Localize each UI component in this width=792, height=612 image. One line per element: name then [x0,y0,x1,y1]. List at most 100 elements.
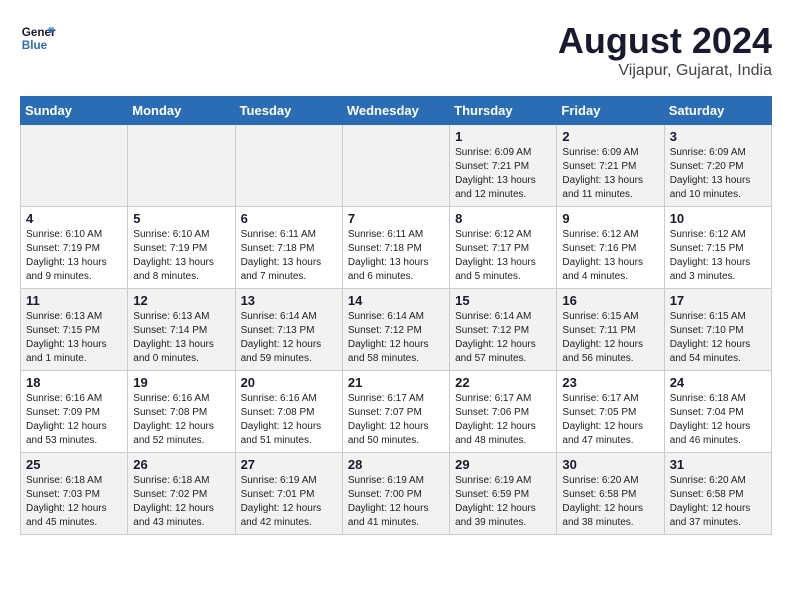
calendar-cell [235,125,342,207]
calendar-cell: 19Sunrise: 6:16 AM Sunset: 7:08 PM Dayli… [128,371,235,453]
calendar-cell: 2 Sunrise: 6:09 AM Sunset: 7:21 PM Daylig… [557,125,664,207]
day-number: 19 [133,375,229,390]
calendar-cell: 4 Sunrise: 6:10 AM Sunset: 7:19 PM Daylig… [21,207,128,289]
day-info: Sunrise: 6:18 AM Sunset: 7:04 PM Dayligh… [670,392,766,448]
calendar-cell: 16Sunrise: 6:15 AM Sunset: 7:11 PM Dayli… [557,289,664,371]
calendar-cell: 23Sunrise: 6:17 AM Sunset: 7:05 PM Dayli… [557,371,664,453]
day-number: 8 [455,211,551,226]
calendar-cell: 15 Sunrise: 6:14 AM Sunset: 7:12 PM Dayli… [450,289,557,371]
calendar-cell: 14 Sunrise: 6:14 AM Sunset: 7:12 PM Dayli… [342,289,449,371]
day-info: Sunrise: 6:10 AM Sunset: 7:19 PM Dayligh… [133,228,229,284]
day-header-thursday: Thursday [450,97,557,125]
day-number: 3 [670,129,766,144]
day-number: 4 [26,211,122,226]
calendar-table: SundayMondayTuesdayWednesdayThursdayFrid… [20,96,772,535]
day-info: Sunrise: 6:10 AM Sunset: 7:19 PM Dayligh… [26,228,122,284]
day-info: Sunrise: 6:18 AM Sunset: 7:03 PM Dayligh… [26,474,122,530]
calendar-cell: 6 Sunrise: 6:11 AM Sunset: 7:18 PM Daylig… [235,207,342,289]
day-header-tuesday: Tuesday [235,97,342,125]
day-header-sunday: Sunday [21,97,128,125]
day-number: 5 [133,211,229,226]
day-info: Sunrise: 6:14 AM Sunset: 7:12 PM Dayligh… [348,310,444,366]
day-info: Sunrise: 6:09 AM Sunset: 7:21 PM Dayligh… [455,146,551,202]
calendar-week-4: 18 Sunrise: 6:16 AM Sunset: 7:09 PM Dayli… [21,371,772,453]
day-number: 11 [26,293,122,308]
day-number: 18 [26,375,122,390]
day-info: Sunrise: 6:19 AM Sunset: 7:00 PM Dayligh… [348,474,444,530]
day-number: 13 [241,293,337,308]
day-info: Sunrise: 6:13 AM Sunset: 7:15 PM Dayligh… [26,310,122,366]
day-number: 6 [241,211,337,226]
day-number: 7 [348,211,444,226]
day-info: Sunrise: 6:11 AM Sunset: 7:18 PM Dayligh… [241,228,337,284]
day-number: 10 [670,211,766,226]
day-header-friday: Friday [557,97,664,125]
day-info: Sunrise: 6:16 AM Sunset: 7:08 PM Dayligh… [241,392,337,448]
days-of-week-row: SundayMondayTuesdayWednesdayThursdayFrid… [21,97,772,125]
day-info: Sunrise: 6:17 AM Sunset: 7:05 PM Dayligh… [562,392,658,448]
calendar-week-3: 11 Sunrise: 6:13 AM Sunset: 7:15 PM Dayli… [21,289,772,371]
day-info: Sunrise: 6:16 AM Sunset: 7:09 PM Dayligh… [26,392,122,448]
calendar-cell: 29 Sunrise: 6:19 AM Sunset: 6:59 PM Dayli… [450,453,557,535]
day-info: Sunrise: 6:11 AM Sunset: 7:18 PM Dayligh… [348,228,444,284]
day-number: 30 [562,457,658,472]
month-title: August 2024 [558,20,772,62]
day-number: 29 [455,457,551,472]
day-number: 25 [26,457,122,472]
header: General Blue August 2024 Vijapur, Gujara… [20,20,772,80]
calendar-cell [342,125,449,207]
day-number: 21 [348,375,444,390]
day-info: Sunrise: 6:20 AM Sunset: 6:58 PM Dayligh… [670,474,766,530]
calendar-cell: 1 Sunrise: 6:09 AM Sunset: 7:21 PM Daylig… [450,125,557,207]
calendar-cell: 11 Sunrise: 6:13 AM Sunset: 7:15 PM Dayli… [21,289,128,371]
day-info: Sunrise: 6:14 AM Sunset: 7:12 PM Dayligh… [455,310,551,366]
day-number: 31 [670,457,766,472]
calendar-cell: 7 Sunrise: 6:11 AM Sunset: 7:18 PM Daylig… [342,207,449,289]
day-number: 27 [241,457,337,472]
day-info: Sunrise: 6:19 AM Sunset: 6:59 PM Dayligh… [455,474,551,530]
day-header-wednesday: Wednesday [342,97,449,125]
day-header-saturday: Saturday [664,97,771,125]
calendar-cell: 9 Sunrise: 6:12 AM Sunset: 7:16 PM Daylig… [557,207,664,289]
calendar-cell: 3 Sunrise: 6:09 AM Sunset: 7:20 PM Daylig… [664,125,771,207]
day-info: Sunrise: 6:09 AM Sunset: 7:20 PM Dayligh… [670,146,766,202]
calendar-cell [21,125,128,207]
calendar-cell: 26 Sunrise: 6:18 AM Sunset: 7:02 PM Dayli… [128,453,235,535]
day-info: Sunrise: 6:18 AM Sunset: 7:02 PM Dayligh… [133,474,229,530]
day-number: 1 [455,129,551,144]
logo: General Blue [20,20,56,56]
calendar-header: SundayMondayTuesdayWednesdayThursdayFrid… [21,97,772,125]
day-info: Sunrise: 6:13 AM Sunset: 7:14 PM Dayligh… [133,310,229,366]
day-number: 9 [562,211,658,226]
day-info: Sunrise: 6:09 AM Sunset: 7:21 PM Dayligh… [562,146,658,202]
logo-icon: General Blue [20,20,56,56]
calendar-body: 1 Sunrise: 6:09 AM Sunset: 7:21 PM Daylig… [21,125,772,535]
day-info: Sunrise: 6:17 AM Sunset: 7:07 PM Dayligh… [348,392,444,448]
day-number: 26 [133,457,229,472]
calendar-week-1: 1 Sunrise: 6:09 AM Sunset: 7:21 PM Daylig… [21,125,772,207]
day-number: 2 [562,129,658,144]
calendar-cell: 28Sunrise: 6:19 AM Sunset: 7:00 PM Dayli… [342,453,449,535]
calendar-cell [128,125,235,207]
calendar-cell: 25 Sunrise: 6:18 AM Sunset: 7:03 PM Dayli… [21,453,128,535]
calendar-week-2: 4 Sunrise: 6:10 AM Sunset: 7:19 PM Daylig… [21,207,772,289]
svg-text:Blue: Blue [22,39,48,52]
calendar-week-5: 25 Sunrise: 6:18 AM Sunset: 7:03 PM Dayli… [21,453,772,535]
calendar-cell: 12 Sunrise: 6:13 AM Sunset: 7:14 PM Dayli… [128,289,235,371]
day-number: 15 [455,293,551,308]
day-number: 22 [455,375,551,390]
day-number: 14 [348,293,444,308]
day-number: 16 [562,293,658,308]
calendar-cell: 30Sunrise: 6:20 AM Sunset: 6:58 PM Dayli… [557,453,664,535]
day-number: 12 [133,293,229,308]
calendar-cell: 21 Sunrise: 6:17 AM Sunset: 7:07 PM Dayli… [342,371,449,453]
calendar-cell: 8Sunrise: 6:12 AM Sunset: 7:17 PM Daylig… [450,207,557,289]
day-info: Sunrise: 6:12 AM Sunset: 7:15 PM Dayligh… [670,228,766,284]
day-number: 24 [670,375,766,390]
calendar-cell: 18 Sunrise: 6:16 AM Sunset: 7:09 PM Dayli… [21,371,128,453]
title-area: August 2024 Vijapur, Gujarat, India [558,20,772,80]
calendar-cell: 17Sunrise: 6:15 AM Sunset: 7:10 PM Dayli… [664,289,771,371]
day-info: Sunrise: 6:12 AM Sunset: 7:16 PM Dayligh… [562,228,658,284]
day-number: 17 [670,293,766,308]
location-subtitle: Vijapur, Gujarat, India [558,62,772,80]
